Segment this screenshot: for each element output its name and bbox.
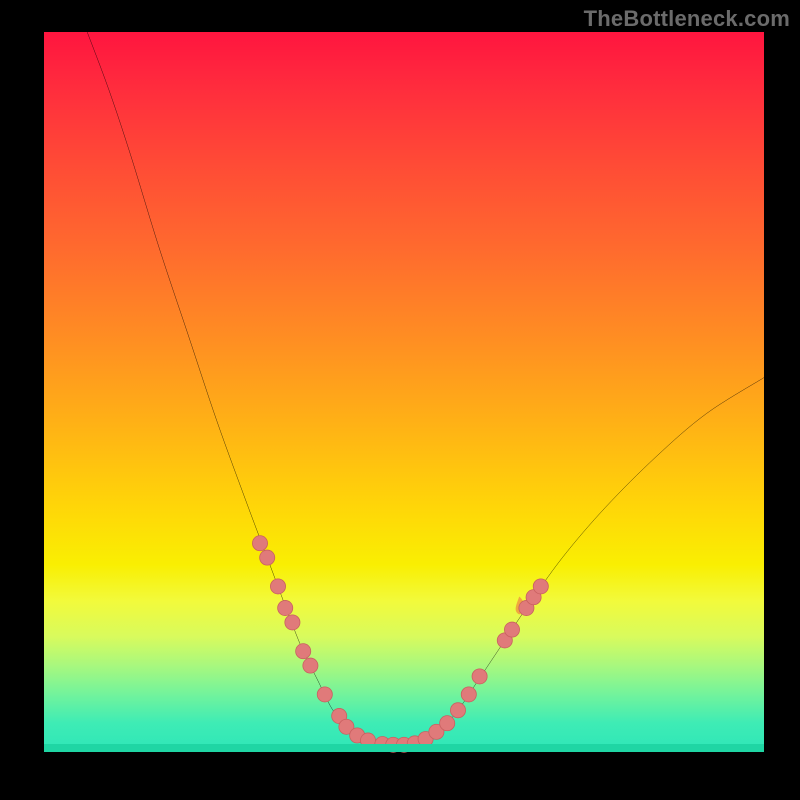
curve-marker	[285, 615, 300, 630]
chart-frame: TheBottleneck.com	[0, 0, 800, 800]
watermark-text: TheBottleneck.com	[584, 6, 790, 32]
curve-marker	[270, 579, 285, 594]
curve-marker	[296, 644, 311, 659]
curve-marker	[260, 550, 275, 565]
curve-marker	[278, 600, 293, 615]
curve-marker	[317, 687, 332, 702]
curve-marker	[375, 737, 390, 752]
curve-marker	[472, 669, 487, 684]
bottleneck-curve	[44, 32, 764, 752]
curve-marker	[504, 622, 519, 637]
curve-path	[87, 32, 764, 745]
curve-marker	[252, 536, 267, 551]
curve-markers	[252, 536, 548, 753]
curve-marker	[450, 703, 465, 718]
plot-area	[44, 32, 764, 752]
curve-marker	[303, 658, 318, 673]
curve-marker	[461, 687, 476, 702]
curve-marker	[533, 579, 548, 594]
curve-marker	[360, 733, 375, 748]
curve-marker	[440, 716, 455, 731]
